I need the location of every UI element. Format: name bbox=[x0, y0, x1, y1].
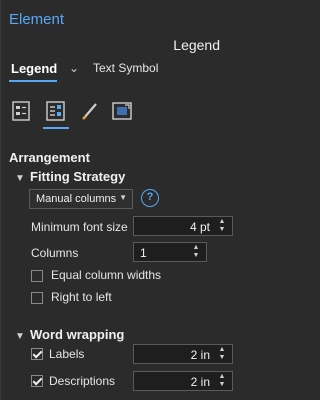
property-icon-toolbar bbox=[9, 98, 149, 130]
chevron-down-icon[interactable]: ▼ bbox=[189, 252, 203, 260]
labels-wrap-checkbox[interactable] bbox=[31, 348, 43, 360]
tab-bar: Legend ⌄ Text Symbol bbox=[9, 60, 259, 82]
descriptions-wrap-width-input[interactable]: 2 in ▲ ▼ bbox=[133, 371, 233, 391]
chevron-up-icon[interactable]: ▲ bbox=[215, 346, 229, 354]
placement-icon[interactable] bbox=[109, 98, 135, 124]
descriptions-wrap-label: Descriptions bbox=[49, 374, 116, 388]
equal-column-widths-checkbox[interactable] bbox=[31, 270, 43, 282]
pane-title: Element bbox=[9, 11, 65, 28]
display-icon[interactable] bbox=[77, 98, 103, 124]
labels-wrap-width-input[interactable]: 2 in ▲ ▼ bbox=[133, 344, 233, 364]
right-to-left-label: Right to left bbox=[51, 290, 112, 304]
columns-label: Columns bbox=[31, 246, 79, 260]
labels-wrap-width-value: 2 in bbox=[190, 348, 210, 362]
columns-value: 1 bbox=[140, 246, 147, 260]
chevron-up-icon[interactable]: ▲ bbox=[215, 373, 229, 381]
dropdown-arrow-icon: ▼ bbox=[119, 193, 127, 202]
element-pane: Element Legend Legend ⌄ Text Symbol Arra… bbox=[0, 0, 260, 400]
help-icon[interactable]: ? bbox=[141, 189, 159, 207]
chevron-down-icon[interactable]: ▼ bbox=[215, 381, 229, 389]
min-font-size-stepper[interactable]: ▲ ▼ bbox=[215, 218, 229, 234]
fitting-strategy-heading: Fitting Strategy bbox=[30, 169, 126, 184]
right-to-left-checkbox[interactable] bbox=[31, 292, 43, 304]
fitting-strategy-group[interactable]: ▼ Fitting Strategy bbox=[15, 169, 125, 184]
word-wrapping-heading: Word wrapping bbox=[30, 327, 125, 342]
labels-wrap-width-stepper[interactable]: ▲ ▼ bbox=[215, 346, 229, 362]
element-name: Legend bbox=[173, 37, 220, 53]
arrangement-icon[interactable] bbox=[43, 98, 69, 129]
chevron-up-icon[interactable]: ▲ bbox=[189, 244, 203, 252]
chevron-down-icon[interactable]: ▼ bbox=[215, 226, 229, 234]
fitting-strategy-dropdown[interactable]: Manual columns ▼ bbox=[29, 189, 133, 209]
columns-stepper[interactable]: ▲ ▼ bbox=[189, 244, 203, 260]
chevron-down-icon[interactable]: ⌄ bbox=[69, 61, 79, 75]
descriptions-wrap-width-stepper[interactable]: ▲ ▼ bbox=[215, 373, 229, 389]
chevron-down-icon[interactable]: ▼ bbox=[215, 354, 229, 362]
columns-input[interactable]: 1 ▲ ▼ bbox=[133, 242, 207, 262]
tab-legend[interactable]: Legend bbox=[11, 61, 57, 76]
legend-items-icon[interactable] bbox=[9, 98, 35, 124]
tab-text-symbol[interactable]: Text Symbol bbox=[93, 61, 158, 75]
arrangement-heading: Arrangement bbox=[9, 150, 90, 165]
equal-column-widths-label: Equal column widths bbox=[51, 268, 162, 282]
chevron-down-icon[interactable]: ▼ bbox=[15, 331, 27, 342]
active-tab-indicator bbox=[9, 80, 57, 82]
chevron-up-icon[interactable]: ▲ bbox=[215, 218, 229, 226]
chevron-down-icon[interactable]: ▼ bbox=[15, 173, 27, 184]
labels-wrap-label: Labels bbox=[49, 347, 85, 361]
min-font-size-value: 4 pt bbox=[189, 220, 210, 234]
descriptions-wrap-width-value: 2 in bbox=[190, 375, 210, 389]
descriptions-wrap-checkbox[interactable] bbox=[31, 375, 43, 387]
min-font-size-label: Minimum font size bbox=[31, 220, 128, 234]
fitting-strategy-value: Manual columns bbox=[36, 193, 117, 205]
word-wrapping-group[interactable]: ▼ Word wrapping bbox=[15, 327, 124, 342]
min-font-size-input[interactable]: 4 pt ▲ ▼ bbox=[133, 216, 233, 236]
